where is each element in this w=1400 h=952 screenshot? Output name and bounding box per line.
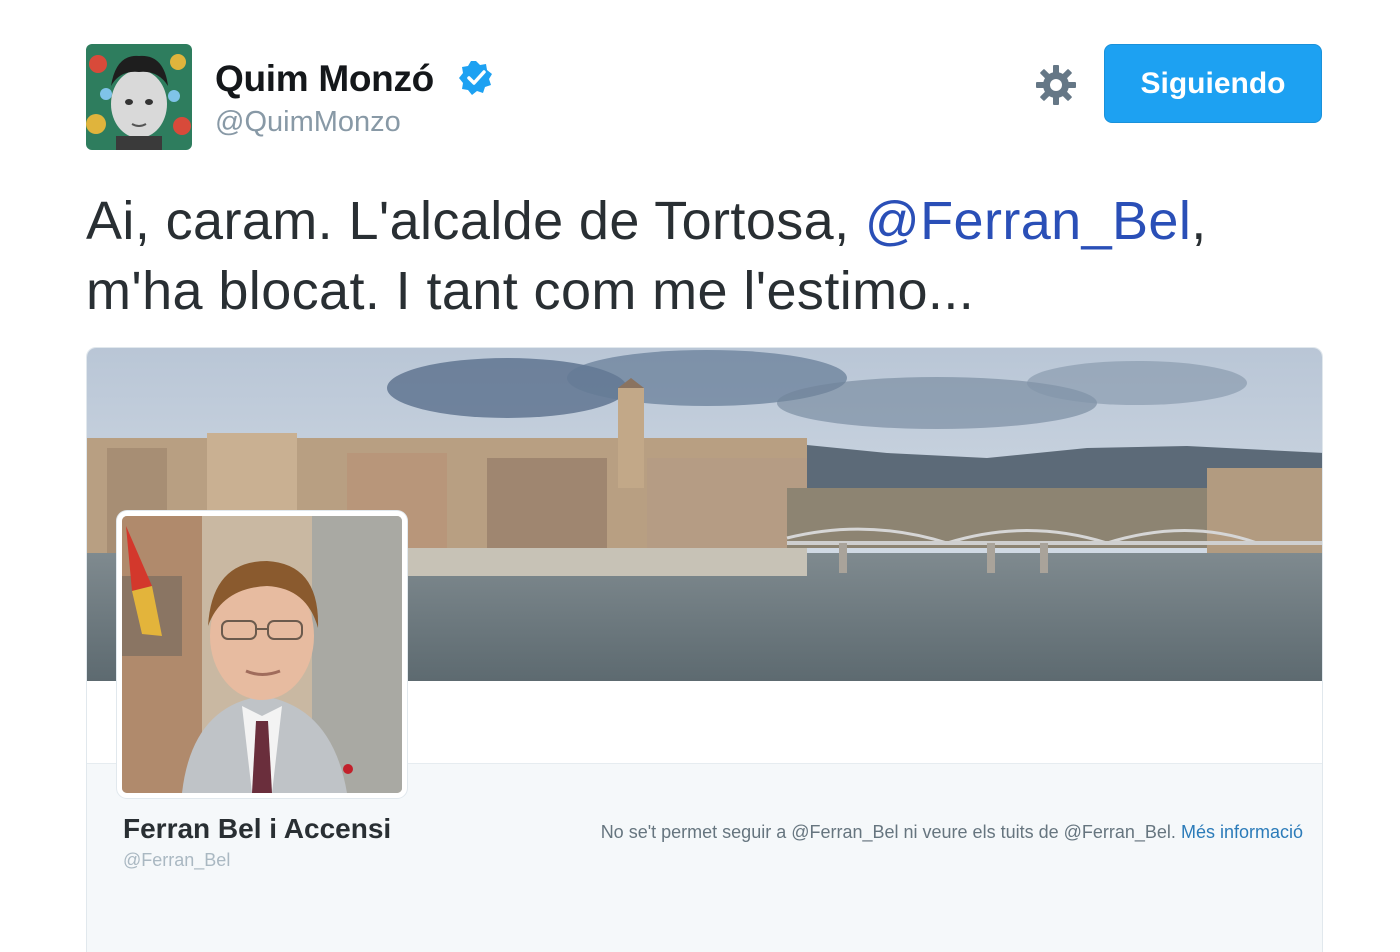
blocked-notice-text: No se't permet seguir a @Ferran_Bel ni v… xyxy=(600,822,1176,842)
more-info-link[interactable]: Més informació xyxy=(1181,822,1303,842)
card-profile-name[interactable]: Ferran Bel i Accensi xyxy=(123,813,391,845)
mention-link[interactable]: @Ferran_Bel xyxy=(865,191,1191,251)
gear-icon[interactable] xyxy=(1034,63,1078,107)
verified-badge-icon xyxy=(459,61,492,95)
tweet-text-before: Ai, caram. L'alcalde de Tortosa, xyxy=(86,191,865,251)
following-button[interactable]: Siguiendo xyxy=(1104,44,1322,123)
author-handle[interactable]: @QuimMonzo xyxy=(215,106,401,139)
card-profile-handle[interactable]: @Ferran_Bel xyxy=(123,850,230,871)
profile-photo[interactable] xyxy=(117,511,407,798)
tweet: Quim Monzó @QuimMonzo Siguiendo Ai, cara… xyxy=(0,0,1400,952)
author-avatar[interactable] xyxy=(86,44,192,150)
author-name[interactable]: Quim Monzó xyxy=(215,58,434,100)
tweet-text: Ai, caram. L'alcalde de Tortosa, @Ferran… xyxy=(86,186,1336,326)
blocked-notice: No se't permet seguir a @Ferran_Bel ni v… xyxy=(601,822,1303,843)
